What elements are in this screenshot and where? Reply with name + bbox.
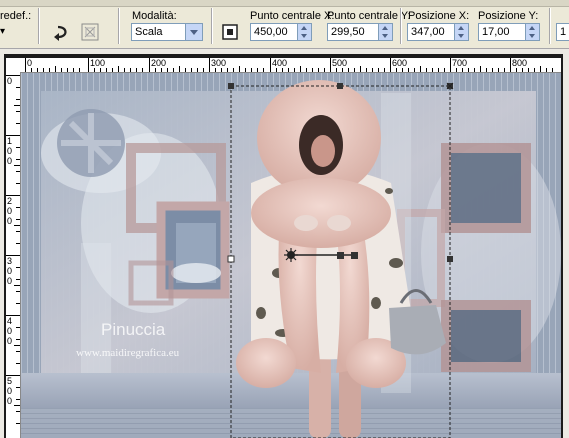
pos-x-label: Posizione X: [408,10,470,22]
rotate-handle[interactable] [337,252,344,259]
ruler-tick-label: 1 0 0 [7,136,13,166]
resize-handle[interactable] [337,83,343,89]
spinner-arrows-icon[interactable] [525,24,539,40]
mode-label: Modalità: [132,10,177,22]
spinner-arrows-icon[interactable] [454,24,468,40]
resize-handle[interactable] [227,255,235,263]
tool-options-bar: redef.: ▾ Modalità: Scala Punto centrale… [0,0,569,49]
undo-arrow-icon[interactable] [52,22,72,42]
ruler-tick-label: 300 [211,58,227,68]
resize-handle[interactable] [228,83,234,89]
image-canvas[interactable]: Pinuccia www.maidiregrafica.eu [21,73,561,438]
center-x-label: Punto centrale X: [250,10,335,22]
ruler-horizontal: 0 100 200 300 400 500 600 700 800 [6,58,561,73]
ruler-vertical: 0 1 0 0 2 0 0 3 0 0 4 0 0 5 0 0 [6,72,21,438]
center-point-icon[interactable] [284,248,298,262]
pos-y-value: 17,00 [482,26,510,38]
pick-center-icon[interactable] [220,22,240,42]
ruler-tick-label: 700 [452,58,468,68]
ruler-tick-label: 800 [512,58,528,68]
pos-y-field[interactable]: 17,00 [478,23,540,41]
mode-select[interactable]: Scala [131,23,203,41]
ruler-tick-label: 4 0 0 [7,316,13,346]
center-x-value: 450,00 [254,26,288,38]
pos-y-label: Posizione Y: [478,10,539,22]
ruler-tick-label: 500 [332,58,348,68]
pos-x-field[interactable]: 347,00 [407,23,469,41]
preset-label: redef.: [0,10,32,22]
ruler-tick-label: 3 0 0 [7,256,13,286]
ruler-tick-label: 5 0 0 [7,376,13,406]
chevron-down-icon[interactable] [185,24,202,40]
cut-off-value: 1 [560,26,567,38]
ruler-tick-label: 100 [90,58,106,68]
watermark-site: www.maidiregrafica.eu [76,347,180,359]
ruler-tick-label: 0 [7,76,13,86]
separator [118,8,120,44]
separator [211,8,213,44]
ruler-tick-label: 400 [272,58,288,68]
decor-frame [441,300,531,372]
spinner-arrows-icon[interactable] [378,24,392,40]
cut-off-field[interactable]: 1 [556,23,569,41]
pos-x-value: 347,00 [411,26,445,38]
center-y-value: 299,50 [331,26,365,38]
reset-transform-icon[interactable] [80,22,100,42]
ruler-tick-label: 0 [27,58,33,68]
resize-handle[interactable] [447,256,453,262]
separator [549,8,551,44]
center-y-label: Punto centrale Y: [327,10,411,22]
center-x-field[interactable]: 450,00 [250,23,312,41]
center-y-field[interactable]: 299,50 [327,23,393,41]
rotate-handle[interactable] [351,252,358,259]
spinner-arrows-icon[interactable] [297,24,311,40]
ruler-tick-label: 2 0 0 [7,196,13,226]
preset-dropdown-arrow[interactable]: ▾ [0,26,5,37]
ruler-tick-label: 200 [151,58,167,68]
watermark-name: Pinuccia [101,320,166,339]
separator [400,8,402,44]
ruler-tick-label: 600 [392,58,408,68]
mode-select-value: Scala [135,26,163,38]
decor-frame [441,143,531,233]
top-strip [0,0,569,7]
separator [38,8,40,44]
